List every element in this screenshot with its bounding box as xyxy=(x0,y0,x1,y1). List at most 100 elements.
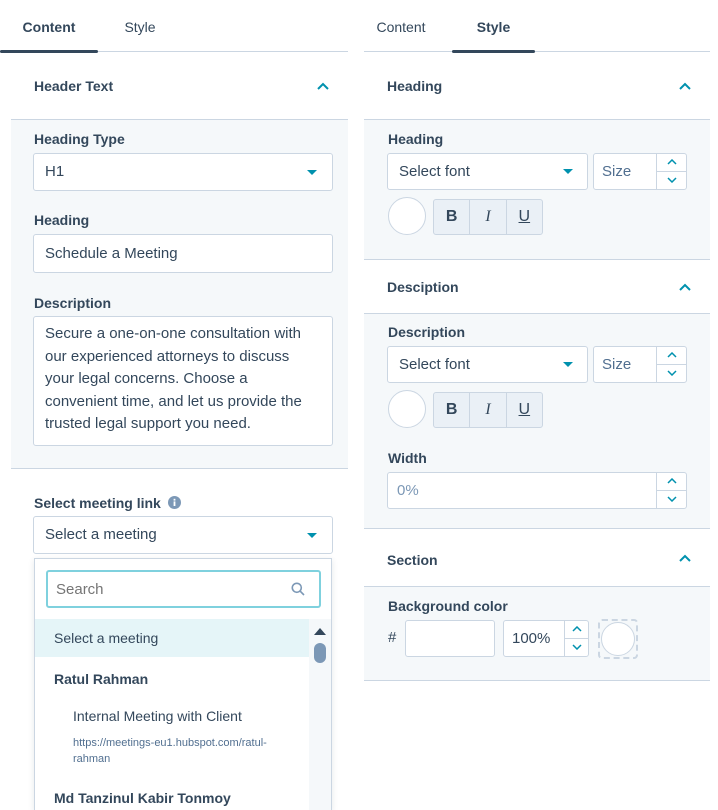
size-increment-button[interactable] xyxy=(657,347,686,365)
width-placeholder: 0% xyxy=(397,482,419,499)
description-line: Secure a one-on-one consultation with xyxy=(45,325,301,342)
info-icon[interactable] xyxy=(168,496,181,509)
underline-button[interactable]: U xyxy=(507,200,542,234)
meeting-option[interactable]: Internal Meeting with Client https://mee… xyxy=(35,701,309,773)
heading-value: Schedule a Meeting xyxy=(45,245,178,262)
meeting-select-value: Select a meeting xyxy=(45,526,157,543)
width-decrement-button[interactable] xyxy=(657,491,686,509)
tab-bar: Content Style xyxy=(364,4,710,53)
opacity-decrement-button[interactable] xyxy=(565,639,588,657)
chevron-up-icon xyxy=(679,283,691,291)
chevron-up-icon xyxy=(679,82,691,90)
description-section-toggle[interactable]: Desciption xyxy=(364,260,710,314)
chevron-up-icon xyxy=(317,82,329,90)
description-label: Description xyxy=(34,295,112,311)
tab-content[interactable]: Content xyxy=(0,4,98,53)
description-line: convenient time, and let us provide the xyxy=(45,392,302,410)
tab-style[interactable]: Style xyxy=(98,4,182,52)
opacity-increment-button[interactable] xyxy=(565,621,588,639)
width-increment-button[interactable] xyxy=(657,473,686,491)
size-placeholder: Size xyxy=(602,356,632,373)
description-line: our experienced attorneys to discuss xyxy=(45,347,290,365)
heading-type-select[interactable]: H1 xyxy=(33,153,333,191)
tab-content[interactable]: Content xyxy=(364,4,438,52)
heading-color-swatch[interactable] xyxy=(388,197,426,235)
heading-input[interactable]: Schedule a Meeting xyxy=(33,234,333,273)
size-decrement-button[interactable] xyxy=(657,172,686,190)
chevron-down-icon xyxy=(666,370,677,377)
bg-color-swatch[interactable] xyxy=(601,622,635,656)
scrollbar-thumb[interactable] xyxy=(314,643,326,663)
meeting-link-label: Select meeting link xyxy=(34,495,161,511)
description-color-swatch[interactable] xyxy=(388,390,426,428)
chevron-down-icon xyxy=(666,496,677,503)
width-stepper[interactable] xyxy=(656,473,686,508)
description-size-input[interactable]: Size xyxy=(593,346,687,383)
chevron-down-icon xyxy=(666,177,677,184)
section-section-body: Background color # 100% xyxy=(364,587,710,681)
option-label: Select a meeting xyxy=(54,630,159,646)
heading-style-label: Heading xyxy=(388,131,444,147)
meeting-dropdown-menu: Select a meeting Ratul Rahman Internal M… xyxy=(34,558,332,810)
size-decrement-button[interactable] xyxy=(657,365,686,383)
group-label: Ratul Rahman xyxy=(54,671,149,687)
heading-font-select[interactable]: Select font xyxy=(387,153,588,190)
caret-down-icon xyxy=(563,169,573,174)
chevron-down-icon xyxy=(571,644,582,651)
chevron-up-icon xyxy=(679,554,691,562)
meeting-name: Internal Meeting with Client xyxy=(73,708,242,724)
description-section-body: Description Select font Size B I U Width… xyxy=(364,314,710,529)
description-textarea[interactable]: Secure a one-on-one consultation with ou… xyxy=(33,316,333,446)
size-increment-button[interactable] xyxy=(657,154,686,172)
underline-button[interactable]: U xyxy=(507,393,542,427)
bold-button[interactable]: B xyxy=(434,200,471,234)
section-title: Header Text xyxy=(34,78,114,94)
description-font-select[interactable]: Select font xyxy=(387,346,588,383)
scroll-up-arrow-icon[interactable] xyxy=(314,627,326,635)
chevron-up-icon xyxy=(571,626,582,632)
opacity-stepper[interactable] xyxy=(564,621,588,656)
description-style-label: Description xyxy=(388,324,466,340)
scrollbar[interactable] xyxy=(309,619,331,810)
opacity-value: 100% xyxy=(512,630,551,647)
heading-type-label: Heading Type xyxy=(34,131,125,147)
section-section-toggle[interactable]: Section xyxy=(364,529,710,587)
heading-section-body: Heading Select font Size B I U xyxy=(364,120,710,260)
bg-color-swatch-frame[interactable] xyxy=(598,619,638,659)
chevron-up-icon xyxy=(666,159,677,165)
italic-button[interactable]: I xyxy=(470,200,507,234)
tab-bar: Content Style xyxy=(0,4,348,53)
size-stepper[interactable] xyxy=(656,347,686,382)
width-label: Width xyxy=(388,450,427,466)
opacity-input[interactable]: 100% xyxy=(503,620,589,657)
heading-format-group: B I U xyxy=(433,199,543,235)
chevron-up-icon xyxy=(666,478,677,484)
width-input[interactable]: 0% xyxy=(387,472,687,509)
hex-color-input[interactable] xyxy=(405,620,495,657)
heading-type-value: H1 xyxy=(45,163,65,180)
header-text-section-toggle[interactable]: Header Text xyxy=(11,52,348,120)
font-placeholder: Select font xyxy=(399,356,470,373)
caret-down-icon xyxy=(563,362,573,367)
tab-style[interactable]: Style xyxy=(452,4,535,53)
heading-size-input[interactable]: Size xyxy=(593,153,687,190)
search-box xyxy=(46,570,321,608)
heading-section-toggle[interactable]: Heading xyxy=(364,52,710,120)
section-title: Section xyxy=(387,552,438,568)
search-icon xyxy=(291,582,305,596)
meeting-option-selected[interactable]: Select a meeting xyxy=(35,619,309,657)
background-color-label: Background color xyxy=(388,598,508,614)
heading-label: Heading xyxy=(34,212,90,228)
bold-button[interactable]: B xyxy=(434,393,471,427)
meeting-url-line: rahman xyxy=(73,753,111,765)
search-input[interactable] xyxy=(56,572,281,606)
italic-button[interactable]: I xyxy=(470,393,507,427)
size-stepper[interactable] xyxy=(656,154,686,189)
section-title: Desciption xyxy=(387,279,459,295)
meeting-select[interactable]: Select a meeting xyxy=(33,516,333,554)
chevron-up-icon xyxy=(666,352,677,358)
meeting-url-line: https://meetings-eu1.hubspot.com/ratul- xyxy=(73,737,267,749)
caret-down-icon xyxy=(307,170,317,175)
option-group-header: Ratul Rahman xyxy=(35,661,309,697)
meeting-url: https://meetings-eu1.hubspot.com/ratul- … xyxy=(73,735,267,767)
